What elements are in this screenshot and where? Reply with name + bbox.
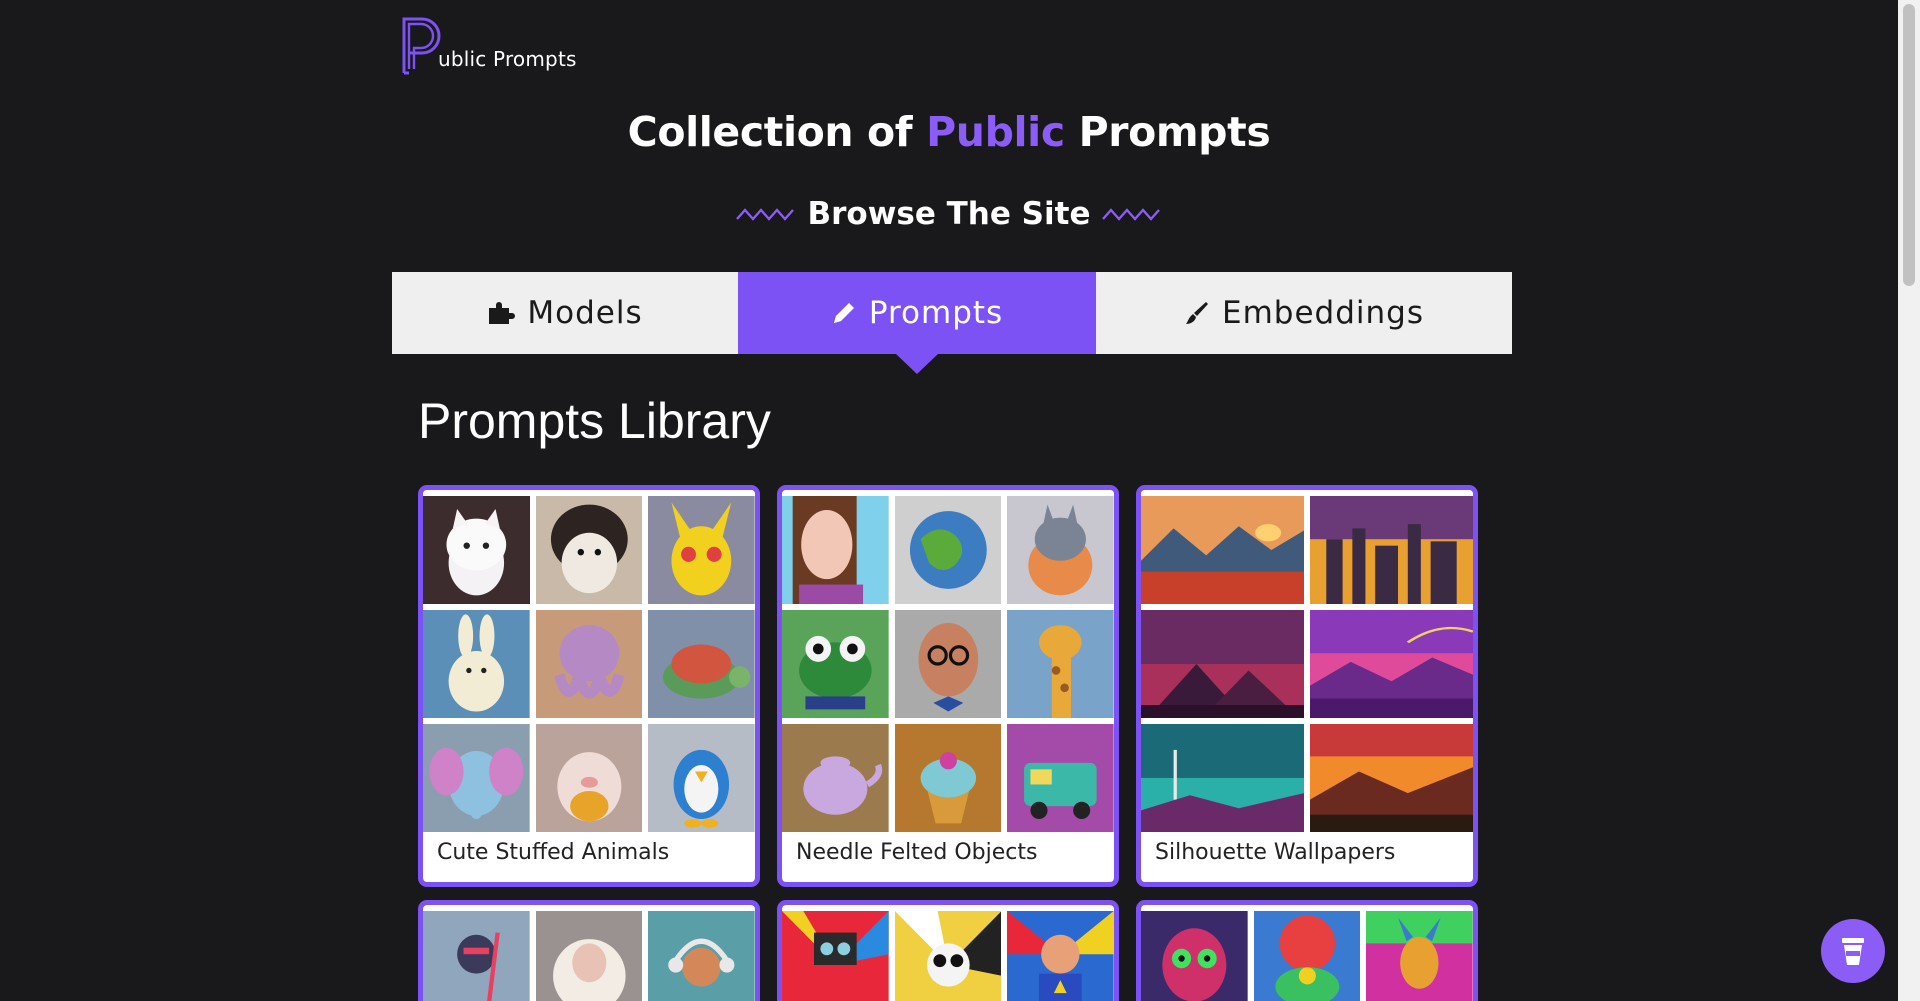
prompt-card-row2-3[interactable] [1136,900,1478,1001]
library-title: Prompts Library [418,393,771,449]
thumb-felted-frog [782,610,889,718]
image-grid [782,905,1114,1001]
image-grid [423,490,755,832]
image-grid [1141,905,1473,1001]
logo[interactable]: ublic Prompts [400,15,577,75]
puzzle-icon [489,302,516,324]
pencil-icon [833,303,854,323]
thumb-pig-plush [535,724,643,832]
tab-embeddings[interactable]: Embeddings [1096,272,1512,354]
thumb-teal-lake [1141,724,1304,832]
brush-icon [1186,302,1208,324]
thumb-ninja [423,911,530,1001]
thumb-felted-van [1007,724,1114,832]
prompt-card-needle-felted-objects[interactable]: Needle Felted Objects [777,485,1119,887]
tab-models-label: Models [527,295,643,331]
tab-prompts-label: Prompts [868,295,1004,331]
page: ublic Prompts Collection of Public Promp… [0,0,1898,1001]
tab-models[interactable]: Models [392,272,738,354]
card-caption: Cute Stuffed Animals [437,840,670,865]
thumb-felted-girl [782,496,889,604]
thumb-felted-cupcake [894,724,1002,832]
title-suffix: Prompts [1078,108,1271,156]
page-title: Collection of Public Prompts [0,108,1898,156]
browse-heading: Browse The Site [0,196,1898,232]
thumb-bunny-plush [423,610,530,718]
page-scrollbar[interactable] [1898,0,1920,1001]
thumb-felted-man [894,610,1002,718]
logo-text: ublic Prompts [438,47,577,71]
prompt-card-cute-stuffed-animals[interactable]: Cute Stuffed Animals [418,485,760,887]
thumb-pikachu-plush [648,496,755,604]
thumb-hedgehog-plush [535,496,643,604]
thumb-purple-hills [1310,610,1473,718]
prompt-card-row2-1[interactable] [418,900,760,1001]
thumb-psychedelic-giraffe [1366,911,1473,1001]
thumb-orange-deer [1310,724,1473,832]
prompt-card-row2-2[interactable] [777,900,1119,1001]
thumb-elephant-plush [423,724,530,832]
thumb-octopus-plush [535,610,643,718]
thumb-psychedelic-turtle [1253,911,1361,1001]
thumb-mountain-sunset [1141,496,1304,604]
image-grid [1141,490,1473,832]
thumb-pop-art-panda [894,911,1002,1001]
thumb-cat-plush [423,496,530,604]
zigzag-right-icon [1102,208,1161,221]
thumb-sheep [535,911,643,1001]
thumb-penguin-plush [648,724,755,832]
thumb-felted-globe [894,496,1002,604]
thumb-pyramids [1141,610,1304,718]
tab-prompts[interactable]: Prompts [738,272,1096,374]
card-caption: Silhouette Wallpapers [1155,840,1396,865]
title-prefix: Collection of [627,108,913,156]
thumb-pop-art-hero [1007,911,1114,1001]
title-accent: Public [926,108,1065,156]
browse-label: Browse The Site [807,196,1091,232]
image-grid [782,490,1114,832]
tab-embeddings-label: Embeddings [1222,295,1424,331]
thumb-felted-totoro [1007,496,1114,604]
thumb-felted-teapot [782,724,889,832]
zigzag-left-icon [735,208,794,221]
image-grid [423,905,755,1001]
card-caption: Needle Felted Objects [796,840,1038,865]
thumb-psychedelic-skull [1141,911,1248,1001]
nav-tabs: Models Prompts Embeddings [392,272,1512,374]
thumb-felted-giraffe [1007,610,1114,718]
buy-coffee-button[interactable] [1821,919,1885,983]
logo-p-icon [402,17,441,75]
thumb-city-skyline [1310,496,1473,604]
thumb-pop-art-robot [782,911,889,1001]
thumb-monkey [648,911,755,1001]
coffee-cup-icon [1842,938,1864,965]
thumb-turtle-plush [648,610,755,718]
prompt-card-silhouette-wallpapers[interactable]: Silhouette Wallpapers [1136,485,1478,887]
scrollbar-thumb[interactable] [1903,4,1915,286]
